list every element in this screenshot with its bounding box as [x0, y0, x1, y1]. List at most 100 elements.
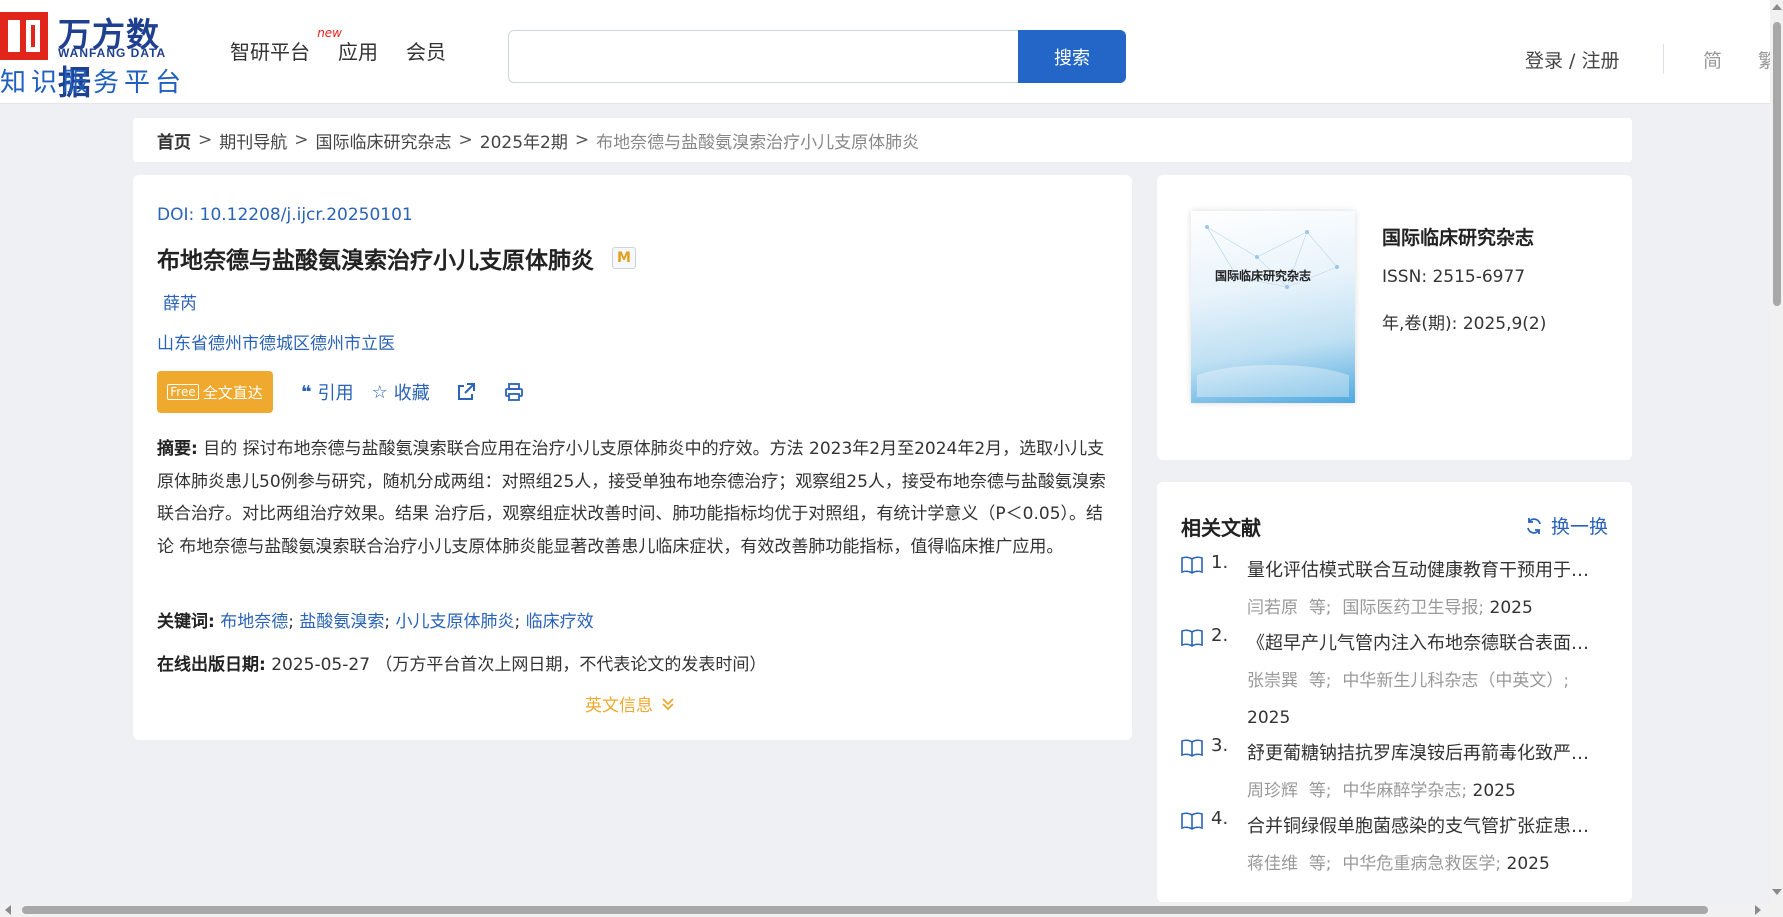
scroll-thumb[interactable] [22, 906, 1708, 914]
related-doc-title[interactable]: 量化评估模式联合互动健康教育干预用于肺... [1247, 552, 1597, 590]
fulltext-button[interactable]: Free 全文直达 [157, 371, 273, 413]
list-item[interactable]: 2. 《超早产儿气管内注入布地奈德联合表面活... 张崇巽 等; 中华新生儿科杂… [1181, 625, 1611, 737]
cover-title: 国际临床研究杂志 [1215, 269, 1312, 283]
date-label: 在线出版日期: [157, 655, 266, 675]
cite-label: 引用 [317, 383, 354, 404]
cite-button[interactable]: ❝ 引用 [301, 379, 354, 405]
title-row: 布地奈德与盐酸氨溴索治疗小儿支原体肺炎 M [157, 241, 636, 275]
quote-icon: ❝ [301, 381, 312, 403]
book-icon [1181, 556, 1203, 574]
horizontal-scrollbar[interactable] [0, 903, 1783, 917]
free-icon: Free [167, 384, 199, 400]
search-button[interactable]: 搜索 [1018, 30, 1126, 83]
search-input[interactable] [508, 30, 1020, 83]
related-docs-card: 相关文献 换一换 1. 量化评估模式联合互动健康教育干预用于肺... 闫若原 等… [1157, 482, 1632, 902]
related-doc-title[interactable]: 《超早产儿气管内注入布地奈德联合表面活... [1247, 625, 1597, 663]
breadcrumb: 首页 > 期刊导航 > 国际临床研究杂志 > 2025年2期 > 布地奈德与盐酸… [133, 118, 1632, 162]
organization-link[interactable]: 山东省德州市德城区德州市立医 [157, 329, 395, 354]
action-bar: Free 全文直达 ❝ 引用 ☆ 收藏 [157, 371, 526, 413]
author-link[interactable]: 薛芮 [163, 289, 197, 314]
journal-card: 国际临床研究杂志 国际临床研究杂志 ISSN: 2515-6977 年,卷(期)… [1157, 175, 1632, 460]
journal-issn: ISSN: 2515-6977 [1382, 267, 1525, 287]
related-year: 2025 [1489, 598, 1533, 618]
breadcrumb-separator: > [458, 130, 473, 150]
related-year: 2025 [1247, 708, 1291, 728]
journal-cover[interactable]: 国际临床研究杂志 [1191, 211, 1355, 403]
related-source: 中华新生儿科杂志（中英文）; [1342, 671, 1570, 691]
related-source: 中华危重病急救医学; [1342, 854, 1502, 874]
breadcrumb-separator: > [574, 130, 590, 150]
list-item[interactable]: 3. 舒更葡糖钠拮抗罗库溴铵后再箭毒化致严重... 周珍辉 等; 中华麻醉学杂志… [1181, 735, 1611, 810]
related-author: 张崇巽 [1247, 671, 1298, 691]
scroll-left-arrow-icon[interactable] [5, 905, 11, 915]
keyword-link[interactable]: 临床疗效 [526, 612, 594, 632]
scroll-right-arrow-icon[interactable] [1755, 905, 1761, 915]
nav-item-apps[interactable]: 应用 [338, 36, 378, 65]
related-author: 周珍辉 [1247, 781, 1298, 801]
related-etc: 等; [1308, 598, 1332, 618]
m-badge-icon[interactable]: M [612, 247, 636, 269]
book-icon [1181, 629, 1203, 647]
english-info-toggle[interactable]: 英文信息 [585, 691, 675, 716]
breadcrumb-issue[interactable]: 2025年2期 [480, 128, 568, 153]
cover-network-graphic [1197, 225, 1349, 397]
doi-label: DOI: [157, 205, 200, 225]
related-year: 2025 [1472, 781, 1516, 801]
favorite-button[interactable]: ☆ 收藏 [372, 379, 430, 405]
wanfang-logo[interactable]: 万方数据 WANFANG DATA 知识服务平台 [0, 8, 190, 102]
keyword-link[interactable]: 盐酸氨溴索 [299, 612, 384, 632]
related-doc-meta: 蒋佳维 等; 中华危重病急救医学; 2025 [1247, 846, 1597, 883]
list-item[interactable]: 1. 量化评估模式联合互动健康教育干预用于肺... 闫若原 等; 国际医药卫生导… [1181, 552, 1611, 627]
chevron-double-down-icon [662, 697, 674, 710]
breadcrumb-journal-nav[interactable]: 期刊导航 [219, 128, 287, 153]
item-number: 3. [1211, 735, 1229, 756]
related-source: 国际医药卫生导报; [1342, 598, 1485, 618]
related-doc-title[interactable]: 合并铜绿假单胞菌感染的支气管扩张症患者... [1247, 808, 1597, 846]
lang-simplified[interactable]: 简 [1703, 46, 1722, 73]
breadcrumb-separator: > [294, 130, 309, 150]
related-author: 闫若原 [1247, 598, 1298, 618]
lang-traditional[interactable]: 繁 [1758, 46, 1770, 73]
date-note: （万方平台首次上网日期，不代表论文的发表时间） [375, 655, 767, 675]
related-etc: 等; [1308, 671, 1332, 691]
related-doc-title[interactable]: 舒更葡糖钠拮抗罗库溴铵后再箭毒化致严重... [1247, 735, 1597, 773]
keywords-row: 关键词: 布地奈德; 盐酸氨溴索; 小儿支原体肺炎; 临床疗效 [157, 612, 594, 632]
scroll-up-arrow-icon[interactable] [1772, 4, 1782, 10]
related-title: 相关文献 [1181, 516, 1261, 540]
refresh-icon [1527, 517, 1541, 534]
print-icon[interactable] [502, 380, 526, 404]
keyword-link[interactable]: 布地奈德 [220, 612, 288, 632]
item-number: 1. [1211, 552, 1229, 573]
online-date-row: 在线出版日期: 2025-05-27 （万方平台首次上网日期，不代表论文的发表时… [157, 650, 766, 675]
wanfang-logo-mark [0, 12, 48, 60]
vertical-scrollbar[interactable] [1770, 0, 1783, 903]
journal-name-link[interactable]: 国际临床研究杂志 [1382, 223, 1534, 250]
nav-item-member[interactable]: 会员 [406, 36, 446, 65]
scroll-thumb[interactable] [1773, 22, 1781, 306]
doi-link[interactable]: 10.12208/j.ijcr.20250101 [200, 205, 413, 225]
logo-en-text: WANFANG DATA [58, 46, 167, 60]
keywords-label: 关键词: [157, 612, 215, 632]
keyword-link[interactable]: 小儿支原体肺炎 [396, 612, 515, 632]
breadcrumb-journal[interactable]: 国际临床研究杂志 [316, 128, 452, 153]
related-source: 中华麻醉学杂志; [1342, 781, 1468, 801]
fulltext-label: 全文直达 [202, 383, 263, 402]
site-header: 万方数据 WANFANG DATA 知识服务平台 智研平台 new 应用 会员 … [0, 0, 1770, 104]
item-number: 2. [1211, 625, 1229, 646]
main-nav: 智研平台 new 应用 会员 [230, 26, 446, 65]
refresh-button[interactable]: 换一换 [1525, 512, 1608, 539]
online-date: 2025-05-27 [271, 655, 371, 675]
related-etc: 等; [1308, 854, 1332, 874]
article-title: 布地奈德与盐酸氨溴索治疗小儿支原体肺炎 [157, 248, 594, 274]
breadcrumb-home[interactable]: 首页 [157, 128, 191, 153]
login-register-link[interactable]: 登录 / 注册 [1525, 46, 1619, 73]
nav-item-zhiyan[interactable]: 智研平台 new [230, 26, 342, 65]
list-item[interactable]: 4. 合并铜绿假单胞菌感染的支气管扩张症患者... 蒋佳维 等; 中华危重病急救… [1181, 808, 1611, 883]
abstract-text: 目的 探讨布地奈德与盐酸氨溴索联合应用在治疗小儿支原体肺炎中的疗效。方法 202… [157, 439, 1106, 557]
star-icon: ☆ [371, 381, 388, 403]
related-doc-meta: 张崇巽 等; 中华新生儿科杂志（中英文）; 2025 [1247, 663, 1597, 737]
share-icon[interactable] [454, 380, 478, 404]
logo-subtitle: 知识服务平台 [0, 68, 187, 98]
scroll-down-arrow-icon[interactable] [1772, 889, 1782, 895]
related-author: 蒋佳维 [1247, 854, 1298, 874]
